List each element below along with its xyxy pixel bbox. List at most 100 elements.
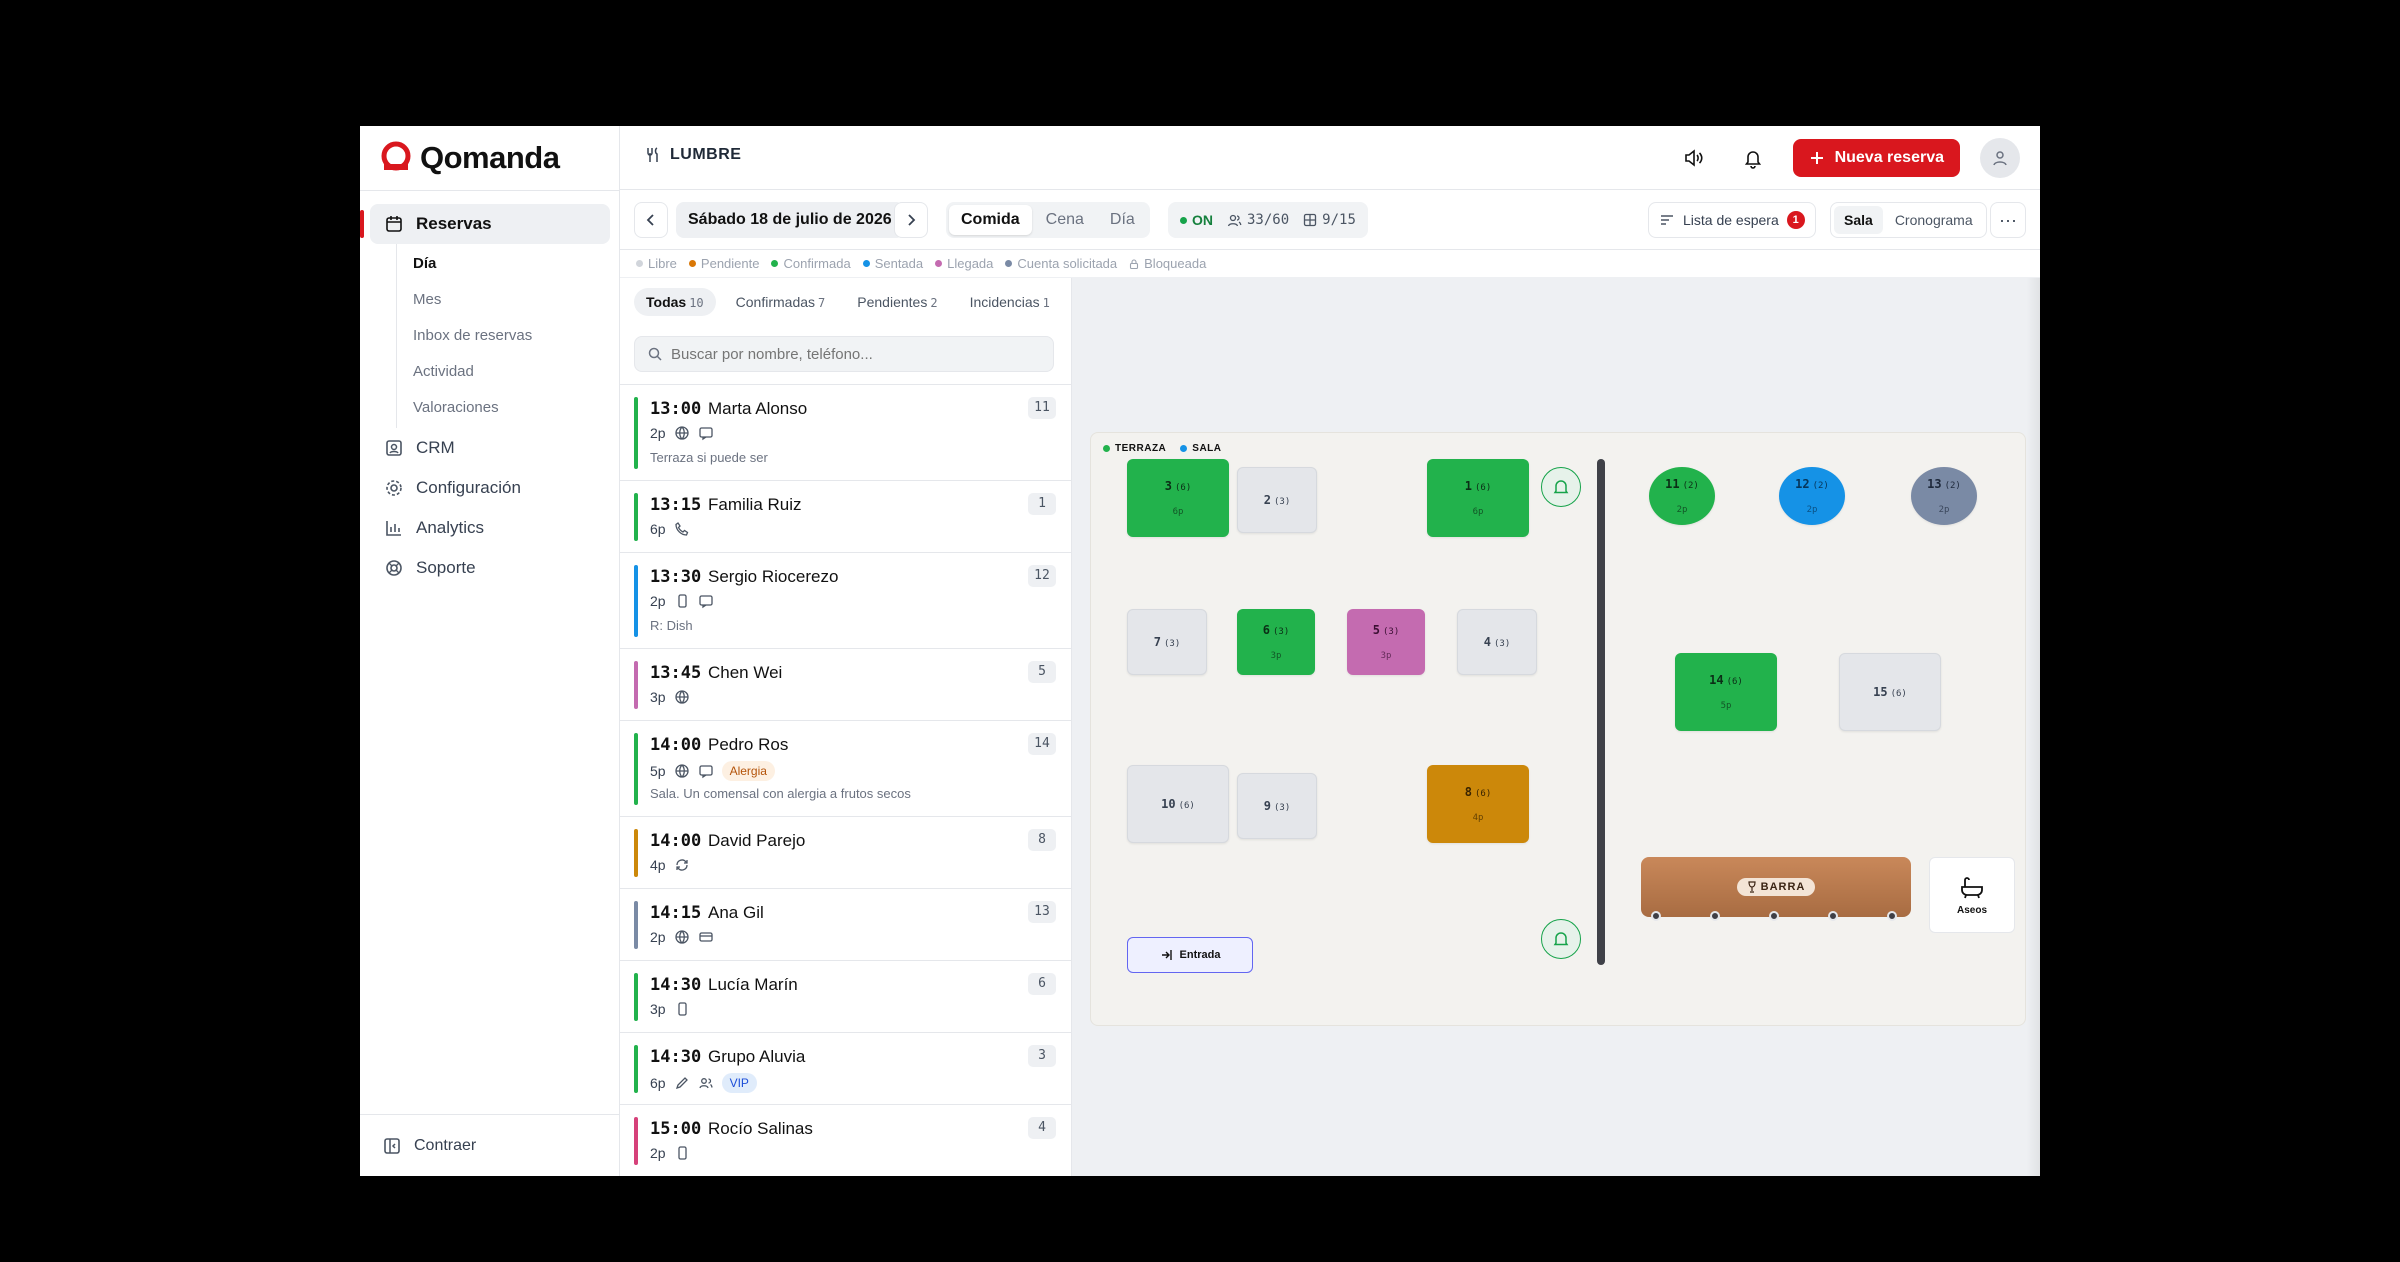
reservation-row[interactable]: 14:00 David Parejo 8 4p [620, 816, 1071, 888]
floor-table-7[interactable]: 7 (3) [1127, 609, 1207, 675]
reservation-meta: 3p [650, 689, 690, 705]
search-input[interactable] [671, 345, 1031, 363]
nav-soporte[interactable]: Soporte [370, 548, 610, 588]
nav-sub-actividad[interactable]: Actividad [397, 354, 610, 390]
legend-confirmada: Confirmada [771, 256, 851, 271]
nav-sub-mes[interactable]: Mes [397, 282, 610, 318]
table-label: 5 (3) [1372, 623, 1400, 637]
table-label: 15 (6) [1873, 685, 1907, 699]
sidebar: Qomanda Reservas Día Mes Inbox de reserv… [360, 126, 620, 1176]
reservation-rows: 13:00 Marta Alonso 11 2p Terraza si puede se… [620, 384, 1071, 1176]
guest-name: Familia Ruiz [708, 495, 802, 514]
reservation-row[interactable]: 13:15 Familia Ruiz 1 6p [620, 480, 1071, 552]
reservation-row[interactable]: 14:15 Ana Gil 13 2p [620, 888, 1071, 960]
floor-table-9[interactable]: 9 (3) [1237, 773, 1317, 839]
table-label: 3 (6) [1164, 479, 1192, 493]
filter-confirmadas[interactable]: Confirmadas 7 [724, 288, 838, 316]
service-dia[interactable]: Día [1098, 205, 1147, 235]
phone-icon [674, 522, 688, 536]
table-number-badge: 8 [1028, 829, 1056, 851]
reservation-note: Terraza si puede ser [650, 450, 768, 465]
reservation-meta: 2p [650, 929, 714, 945]
bar-stool [1887, 911, 1897, 921]
floor-table-15[interactable]: 15 (6) [1839, 653, 1941, 731]
more-options-button[interactable]: ··· [1990, 202, 2026, 238]
status-bar [634, 829, 638, 877]
guest-name: Rocío Salinas [708, 1119, 813, 1138]
floor-table-12[interactable]: 12 (2) 2p [1779, 467, 1845, 525]
nav-sub-dia[interactable]: Día [397, 246, 610, 282]
reservation-row[interactable]: 13:00 Marta Alonso 11 2p Terraza si puede se… [620, 384, 1071, 480]
collapse-sidebar-button[interactable]: Contraer [360, 1114, 620, 1176]
reservation-note: Sala. Un comensal con alergia a frutos s… [650, 786, 911, 801]
floor-table-13[interactable]: 13 (2) 2p [1911, 467, 1977, 525]
service-comida[interactable]: Comida [949, 205, 1032, 235]
reservation-time: 13:30 [650, 567, 702, 587]
filter-pendientes[interactable]: Pendientes 2 [845, 288, 949, 316]
globe-icon [674, 426, 689, 440]
floor-table-5[interactable]: 5 (3) 3p [1347, 609, 1425, 675]
floor-table-2[interactable]: 2 (3) [1237, 467, 1317, 533]
chevron-right-icon [908, 214, 916, 226]
phone-mobile-icon [677, 1146, 687, 1160]
date-picker[interactable]: Sábado 18 de julio de 2026 [676, 202, 904, 238]
waitlist-button[interactable]: Lista de espera 1 [1648, 202, 1816, 238]
reservation-row[interactable]: 13:30 Sergio Riocerezo 12 2p R: Dish [620, 552, 1071, 648]
reservation-row[interactable]: 14:30 Lucía Marín 6 3p [620, 960, 1071, 1032]
reservation-row[interactable]: 14:00 Pedro Ros 14 5p Alergia Sala. Un comens… [620, 720, 1071, 816]
reservation-row[interactable]: 13:45 Chen Wei 5 3p [620, 648, 1071, 720]
floor-table-4[interactable]: 4 (3) [1457, 609, 1537, 675]
reservation-time: 14:30 [650, 1047, 702, 1067]
table-pax: 6p [1172, 507, 1184, 517]
reservation-row[interactable]: 15:00 Rocío Salinas 4 2p [620, 1104, 1071, 1176]
floor-table-3[interactable]: 3 (6) 6p [1127, 459, 1229, 537]
service-bell-bottom[interactable] [1541, 919, 1581, 959]
zone-sala[interactable]: SALA [1180, 443, 1221, 454]
prev-day-button[interactable] [634, 202, 668, 238]
status-bar [634, 973, 638, 1021]
floor-table-14[interactable]: 14 (6) 5p [1675, 653, 1777, 731]
list-filters: Todas 10 Confirmadas 7 Pendientes 2 Inciden… [634, 288, 1062, 316]
floor-table-6[interactable]: 6 (3) 3p [1237, 609, 1315, 675]
bell-icon [1744, 151, 1761, 169]
nav-label: Soporte [416, 558, 476, 577]
nav-crm[interactable]: CRM [370, 428, 610, 468]
nav-sub-valoraciones[interactable]: Valoraciones [397, 390, 610, 426]
list-icon [1661, 215, 1673, 225]
table-number-badge: 11 [1028, 397, 1056, 419]
filter-incidencias[interactable]: Incidencias 1 [958, 288, 1062, 316]
table-pax: 5p [1720, 701, 1732, 711]
venue-selector[interactable]: LUMBRE [644, 146, 741, 164]
notifications-button[interactable] [1733, 138, 1773, 178]
nav-sub-inbox[interactable]: Inbox de reservas [397, 318, 610, 354]
nav-analytics[interactable]: Analytics [370, 508, 610, 548]
user-avatar[interactable] [1980, 138, 2020, 178]
service-bell-top[interactable] [1541, 467, 1581, 507]
floor-table-1[interactable]: 1 (6) 6p [1427, 459, 1529, 537]
waitlist-count-badge: 1 [1786, 211, 1805, 229]
next-day-button[interactable] [894, 202, 928, 238]
legend-dot [688, 260, 696, 267]
table-label: 4 (3) [1483, 635, 1511, 649]
zone-terraza[interactable]: TERRAZA [1103, 443, 1166, 454]
view-cronograma[interactable]: Cronograma [1885, 206, 1983, 234]
bar-stool [1651, 911, 1661, 921]
reservation-meta: 3p [650, 1001, 690, 1017]
bell-icon [1553, 480, 1569, 494]
reservation-row[interactable]: 14:30 Grupo Aluvia 3 6p VIP [620, 1032, 1071, 1104]
floor-table-10[interactable]: 10 (6) [1127, 765, 1229, 843]
floor-table-8[interactable]: 8 (6) 4p [1427, 765, 1529, 843]
view-sala[interactable]: Sala [1834, 206, 1883, 234]
table-label: 1 (6) [1464, 479, 1492, 493]
nav-reservas[interactable]: Reservas [360, 204, 610, 244]
floor-table-11[interactable]: 11 (2) 2p [1649, 467, 1715, 525]
brand-logo[interactable]: Qomanda [378, 140, 560, 176]
filter-todas[interactable]: Todas 10 [634, 288, 716, 316]
service-cena[interactable]: Cena [1034, 205, 1096, 235]
legend-llegada: Llegada [935, 256, 993, 271]
nav-configuracion[interactable]: Configuración [370, 468, 610, 508]
new-reservation-button[interactable]: Nueva reserva [1792, 139, 1960, 177]
guest-name: Pedro Ros [708, 735, 789, 754]
reservation-list-panel: Todas 10 Confirmadas 7 Pendientes 2 Inciden… [620, 278, 1072, 1176]
sound-button[interactable] [1673, 138, 1713, 178]
